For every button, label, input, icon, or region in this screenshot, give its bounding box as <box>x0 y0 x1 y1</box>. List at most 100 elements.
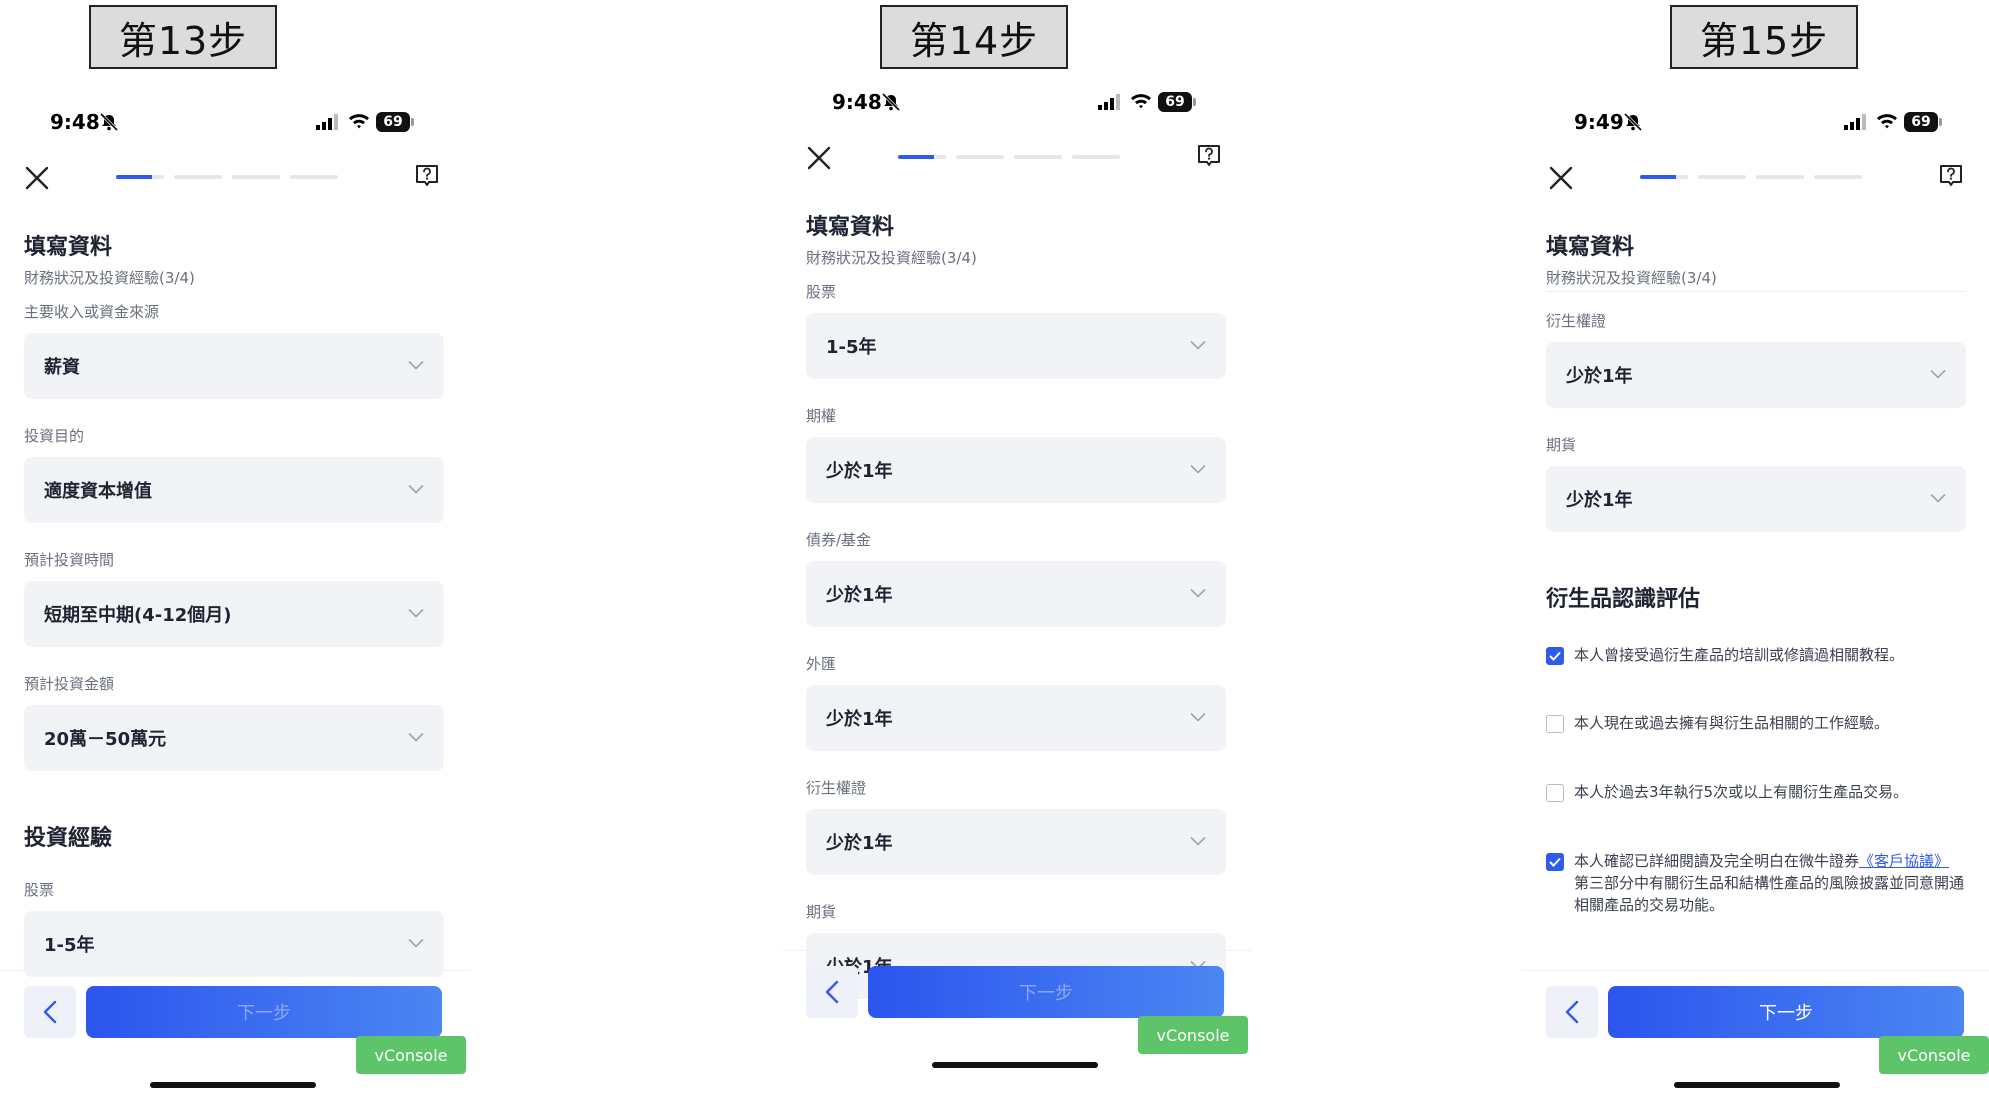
back-button[interactable] <box>1546 986 1598 1038</box>
home-indicator <box>150 1082 316 1088</box>
derivative-check-agreement[interactable]: 本人確認已詳細閱讀及完全明白在微牛證券《客戶協議》第三部分中有關衍生品和結構性產… <box>1546 850 1966 916</box>
stock-select[interactable]: 1-5年 <box>806 313 1226 379</box>
signal-icon <box>1844 114 1866 130</box>
progress-segment <box>1814 175 1862 179</box>
chevron-left-icon <box>825 980 839 1004</box>
field-income-source: 主要收入或資金來源 薪資 <box>24 301 444 399</box>
futures-select[interactable]: 少於1年 <box>1546 466 1966 532</box>
status-bar: 9:48 69 <box>0 107 470 137</box>
bell-muted-icon <box>100 113 118 131</box>
field-investment-period: 預計投資時間 短期至中期(4-12個月) <box>24 549 444 647</box>
status-time: 9:48 <box>832 90 882 114</box>
field-warrants: 衍生權證 少於1年 <box>1546 310 1966 408</box>
checkbox-checked[interactable] <box>1546 853 1564 871</box>
help-icon[interactable] <box>414 163 440 189</box>
vconsole-button[interactable]: vConsole <box>1138 1016 1248 1054</box>
derivative-check-training[interactable]: 本人曾接受過衍生產品的培訓或修讀過相關教程。 <box>1546 644 1966 666</box>
form-content: 填寫資料 財務狀況及投資經驗(3/4) 衍生權證 少於1年 期貨 少於1年 衍生… <box>1546 232 1966 916</box>
back-button[interactable] <box>24 986 76 1038</box>
top-nav <box>782 137 1252 177</box>
bell-muted-icon <box>1624 113 1642 131</box>
select-value: 1-5年 <box>826 337 877 358</box>
next-button[interactable]: 下一步 <box>1608 986 1964 1038</box>
checkbox-checked[interactable] <box>1546 647 1564 665</box>
close-icon[interactable] <box>1548 165 1574 191</box>
page-subtitle: 財務狀況及投資經驗(3/4) <box>806 249 977 267</box>
checkbox-unchecked[interactable] <box>1546 784 1564 802</box>
progress-segment <box>1072 155 1120 159</box>
progress-segment <box>1756 175 1804 179</box>
field-label: 衍生權證 <box>1546 312 1607 330</box>
derivative-check-trades[interactable]: 本人於過去3年執行5次或以上有關衍生產品交易。 <box>1546 781 1966 803</box>
checkbox-label: 本人現在或過去擁有與衍生品相關的工作經驗。 <box>1574 714 1890 732</box>
select-value: 少於1年 <box>1566 366 1633 387</box>
chevron-down-icon <box>408 484 424 494</box>
field-warrants: 衍生權證 少於1年 <box>806 777 1226 875</box>
forex-select[interactable]: 少於1年 <box>806 685 1226 751</box>
investment-amount-select[interactable]: 20萬－50萬元 <box>24 705 444 771</box>
divider <box>1522 970 1989 971</box>
page-title: 填寫資料 <box>806 215 895 240</box>
checkmark-icon <box>1549 857 1561 867</box>
help-icon[interactable] <box>1196 143 1222 169</box>
warrants-select[interactable]: 少於1年 <box>806 809 1226 875</box>
field-label: 期貨 <box>806 903 837 921</box>
divider <box>0 970 470 971</box>
field-label: 外匯 <box>806 655 837 673</box>
chevron-down-icon <box>408 360 424 370</box>
select-value: 1-5年 <box>44 935 95 956</box>
top-nav <box>1522 157 1989 197</box>
page-title: 填寫資料 <box>24 235 113 260</box>
wifi-icon <box>1131 94 1151 109</box>
status-time: 9:48 <box>50 110 100 134</box>
vconsole-button[interactable]: vConsole <box>1879 1036 1989 1074</box>
checkbox-label: 本人確認已詳細閱讀及完全明白在微牛證券《客戶協議》第三部分中有關衍生品和結構性產… <box>1574 850 1964 916</box>
chevron-down-icon <box>408 732 424 742</box>
field-investment-amount: 預計投資金額 20萬－50萬元 <box>24 673 444 771</box>
checkmark-icon <box>1549 651 1561 661</box>
help-icon[interactable] <box>1938 163 1964 189</box>
status-time: 9:49 <box>1574 110 1624 134</box>
vconsole-button[interactable]: vConsole <box>356 1036 466 1074</box>
top-nav <box>0 157 470 197</box>
select-value: 少於1年 <box>826 461 893 482</box>
field-label: 衍生權證 <box>806 779 867 797</box>
divider <box>782 950 1252 951</box>
field-label: 預計投資金額 <box>24 675 115 693</box>
investment-goal-select[interactable]: 適度資本增值 <box>24 457 444 523</box>
progress-segment <box>1640 175 1688 179</box>
step-progress <box>1640 175 1862 179</box>
page-title: 填寫資料 <box>1546 235 1635 260</box>
field-label: 股票 <box>24 881 55 899</box>
chevron-down-icon <box>1930 369 1946 379</box>
next-button[interactable]: 下一步 <box>86 986 442 1038</box>
bonds-funds-select[interactable]: 少於1年 <box>806 561 1226 627</box>
checkbox-unchecked[interactable] <box>1546 715 1564 733</box>
chevron-down-icon <box>1190 836 1206 846</box>
select-value: 少於1年 <box>1566 490 1633 511</box>
investment-period-select[interactable]: 短期至中期(4-12個月) <box>24 581 444 647</box>
field-label: 期權 <box>806 407 837 425</box>
progress-segment <box>290 175 338 179</box>
phone-step-14: 9:48 69 填寫資料 財務狀況及投資經驗(3/4) 股票 1-5年 期權 少… <box>782 0 1252 1097</box>
battery-icon: 69 <box>1158 92 1196 112</box>
stock-experience-select[interactable]: 1-5年 <box>24 911 444 977</box>
progress-segment <box>898 155 946 159</box>
options-select[interactable]: 少於1年 <box>806 437 1226 503</box>
back-button[interactable] <box>806 966 858 1018</box>
chevron-down-icon <box>1190 588 1206 598</box>
field-stock-experience: 股票 1-5年 <box>24 879 444 977</box>
warrants-select[interactable]: 少於1年 <box>1546 342 1966 408</box>
phone-step-13: 9:48 69 填寫資料 財務狀況及投資經驗(3/4) 主要收入或資金來源 薪資… <box>0 0 470 1097</box>
close-icon[interactable] <box>806 145 832 171</box>
progress-segment <box>1014 155 1062 159</box>
field-stock: 股票 1-5年 <box>806 281 1226 379</box>
client-agreement-link[interactable]: 《客戶協議》 <box>1859 852 1949 870</box>
progress-segment <box>174 175 222 179</box>
derivative-check-work[interactable]: 本人現在或過去擁有與衍生品相關的工作經驗。 <box>1546 712 1966 734</box>
battery-icon: 69 <box>1904 112 1942 132</box>
close-icon[interactable] <box>24 165 50 191</box>
income-source-select[interactable]: 薪資 <box>24 333 444 399</box>
next-button[interactable]: 下一步 <box>868 966 1224 1018</box>
progress-segment <box>116 175 164 179</box>
